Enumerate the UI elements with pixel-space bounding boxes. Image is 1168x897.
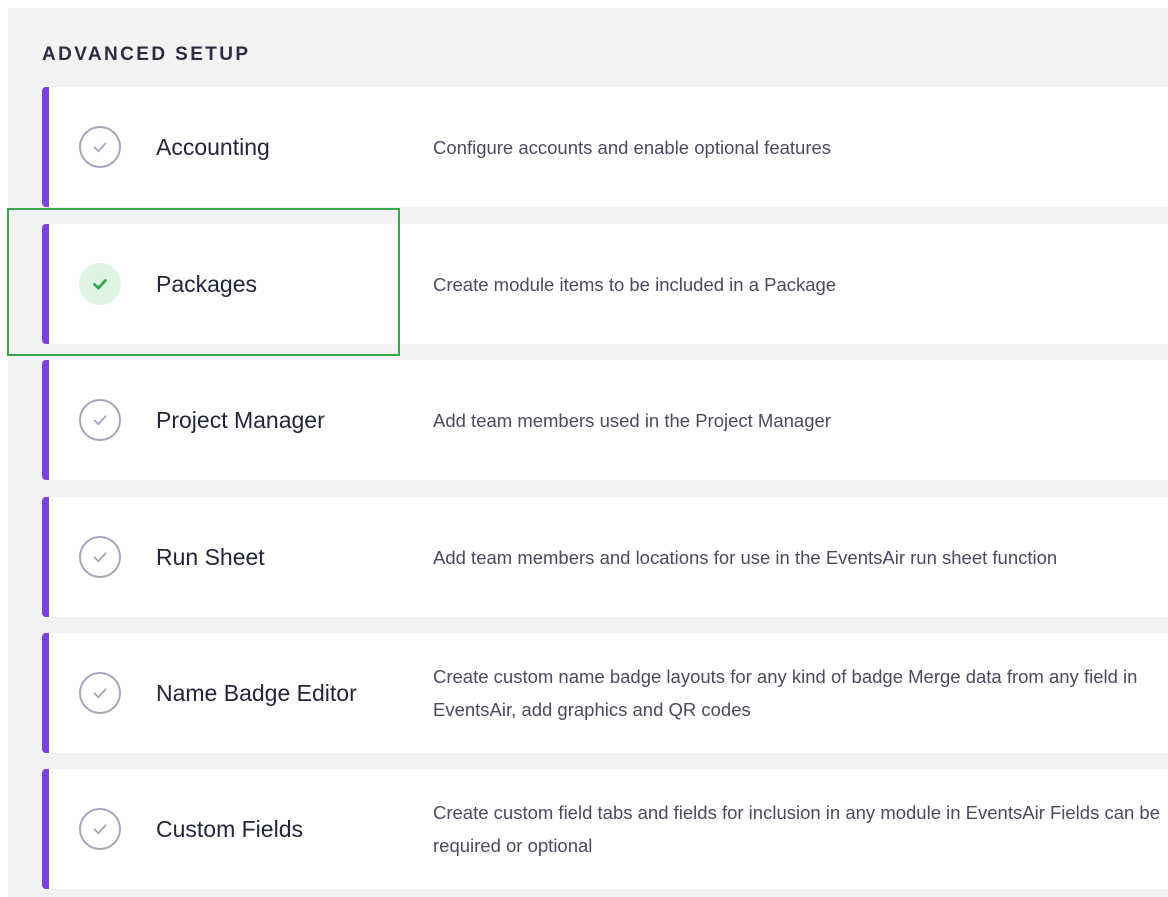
row-description: Create custom name badge layouts for any… — [433, 666, 1138, 720]
row-title: Run Sheet — [156, 543, 265, 570]
setup-row-project-manager[interactable]: Project Manager Add team members used in… — [42, 360, 1168, 480]
row-description: Configure accounts and enable optional f… — [433, 136, 832, 158]
setup-row-name-badge-editor[interactable]: Name Badge Editor Create custom name bad… — [42, 633, 1168, 753]
check-circle-icon — [79, 126, 121, 168]
setup-row-custom-fields[interactable]: Custom Fields Create custom field tabs a… — [42, 769, 1168, 889]
check-circle-icon — [79, 536, 121, 578]
check-circle-icon — [79, 399, 121, 441]
check-circle-icon — [79, 672, 121, 714]
setup-row-accounting[interactable]: Accounting Configure accounts and enable… — [42, 87, 1168, 207]
setup-row-packages[interactable]: Packages Create module items to be inclu… — [42, 224, 1168, 344]
check-circle-icon — [79, 808, 121, 850]
row-title: Accounting — [156, 133, 270, 160]
row-description: Create custom field tabs and fields for … — [433, 802, 1161, 856]
row-description: Add team members and locations for use i… — [433, 546, 1058, 568]
row-description: Create module items to be included in a … — [433, 273, 837, 295]
setup-row-run-sheet[interactable]: Run Sheet Add team members and locations… — [42, 497, 1168, 617]
row-title: Name Badge Editor — [156, 679, 357, 706]
row-title: Project Manager — [156, 406, 325, 433]
check-circle-icon — [79, 263, 121, 305]
row-description: Add team members used in the Project Man… — [433, 409, 831, 431]
row-title: Packages — [156, 270, 258, 297]
section-title: ADVANCED SETUP — [42, 44, 251, 65]
row-title: Custom Fields — [156, 815, 303, 842]
